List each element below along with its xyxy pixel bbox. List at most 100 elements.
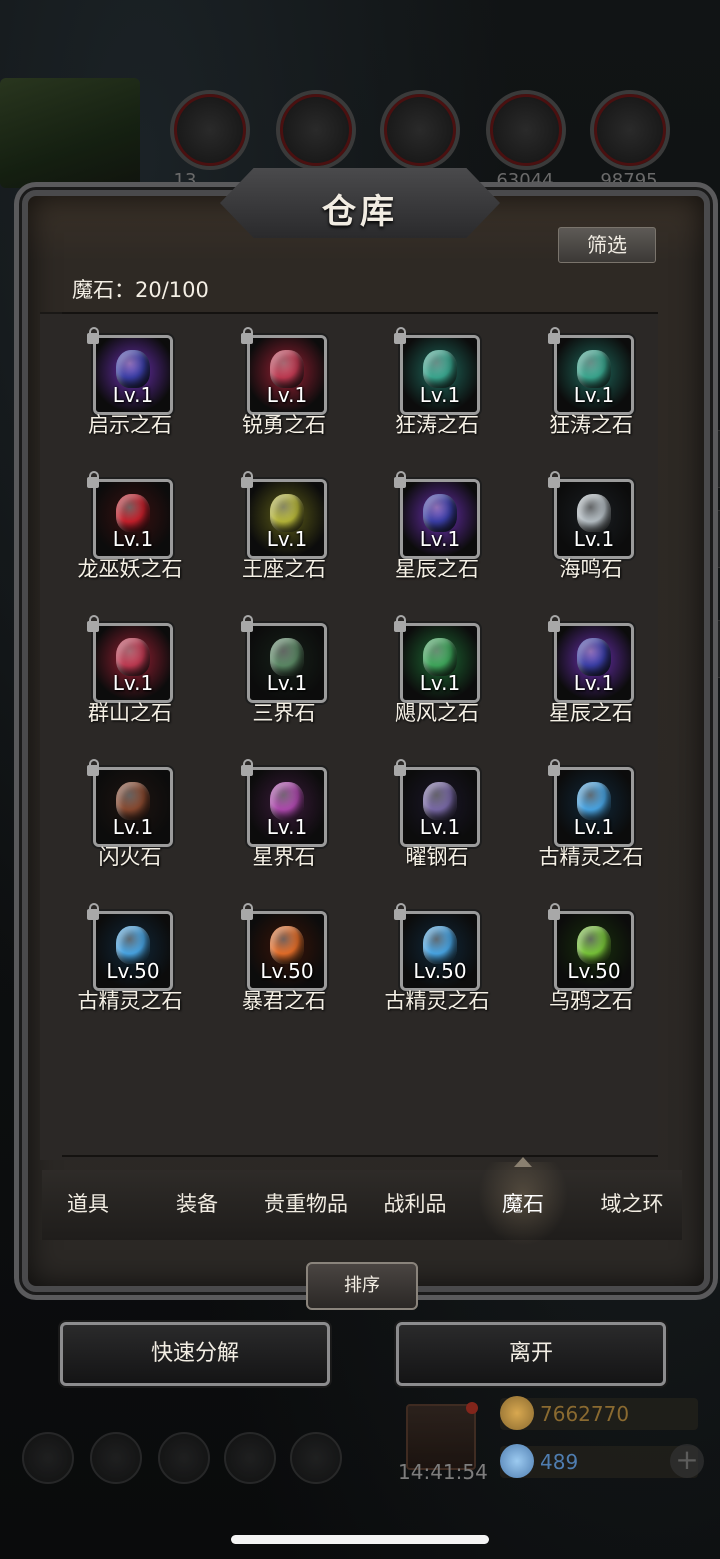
item-level: Lv.50 xyxy=(106,959,160,983)
lock-icon xyxy=(394,471,406,488)
item-name: 群山之石 xyxy=(88,701,172,725)
plank-resource-icon xyxy=(276,90,356,170)
inventory-item[interactable]: Lv.1 曜钢石 xyxy=(362,759,512,885)
add-currency-button[interactable]: + xyxy=(670,1444,704,1478)
item-level: Lv.1 xyxy=(112,815,154,839)
crystal-resource-icon xyxy=(486,90,566,170)
item-level: Lv.1 xyxy=(573,671,615,695)
item-name: 星界石 xyxy=(252,845,316,869)
inventory-item[interactable]: Lv.1 三界石 xyxy=(209,615,359,741)
gold-amount: 7662770 xyxy=(540,1402,630,1426)
item-level: Lv.1 xyxy=(112,383,154,407)
lock-icon xyxy=(241,471,253,488)
item-level: Lv.1 xyxy=(419,671,461,695)
item-name: 狂涛之石 xyxy=(395,413,479,437)
map-icon[interactable] xyxy=(158,1432,210,1484)
lock-icon xyxy=(87,615,99,632)
item-level: Lv.1 xyxy=(112,527,154,551)
active-tab-indicator xyxy=(514,1157,532,1167)
home-indicator[interactable] xyxy=(231,1535,489,1544)
tab-domain-rings[interactable]: 域之环 xyxy=(578,1188,686,1218)
base-building-thumbnail xyxy=(0,78,140,188)
item-name: 星辰之石 xyxy=(395,557,479,581)
filter-button[interactable]: 筛选 xyxy=(558,227,656,263)
item-level: Lv.1 xyxy=(419,383,461,407)
item-name: 王座之石 xyxy=(242,557,326,581)
item-name: 古精灵之石 xyxy=(384,989,490,1013)
gem-icon xyxy=(500,1444,534,1478)
quick-decompose-button[interactable]: 快速分解 xyxy=(60,1322,330,1386)
tab-loot[interactable]: 战利品 xyxy=(361,1188,469,1218)
item-name: 曜钢石 xyxy=(405,845,469,869)
inventory-item[interactable]: Lv.50 古精灵之石 xyxy=(55,903,205,1029)
lock-icon xyxy=(548,327,560,344)
magic-stone-count: 魔石：20/100 xyxy=(72,278,209,302)
tab-items[interactable]: 道具 xyxy=(34,1188,142,1218)
resource-value: 63044 xyxy=(496,170,554,191)
inventory-item[interactable]: Lv.1 群山之石 xyxy=(55,615,205,741)
gem-amount: 489 xyxy=(540,1450,579,1474)
lock-icon xyxy=(241,327,253,344)
item-name: 龙巫妖之石 xyxy=(77,557,183,581)
lock-icon xyxy=(548,903,560,920)
item-level: Lv.1 xyxy=(266,671,308,695)
notification-dot xyxy=(466,1402,478,1414)
inventory-item[interactable]: Lv.1 锐勇之石 xyxy=(209,327,359,453)
leave-button[interactable]: 离开 xyxy=(396,1322,666,1386)
inventory-item[interactable]: Lv.1 飓风之石 xyxy=(362,615,512,741)
gold-coin-icon xyxy=(500,1396,534,1430)
item-name: 启示之石 xyxy=(88,413,172,437)
gift-timer: 14:41:54 xyxy=(398,1460,488,1484)
item-level: Lv.50 xyxy=(260,959,314,983)
inventory-item[interactable]: Lv.1 王座之石 xyxy=(209,471,359,597)
item-level: Lv.1 xyxy=(419,527,461,551)
inventory-item[interactable]: Lv.50 暴君之石 xyxy=(209,903,359,1029)
divider xyxy=(62,312,658,314)
achievement-icon[interactable] xyxy=(90,1432,142,1484)
item-level: Lv.1 xyxy=(419,815,461,839)
sort-button[interactable]: 排序 xyxy=(306,1262,418,1310)
item-level: Lv.1 xyxy=(573,383,615,407)
inventory-item[interactable]: Lv.1 狂涛之石 xyxy=(362,327,512,453)
item-name: 狂涛之石 xyxy=(549,413,633,437)
inventory-item[interactable]: Lv.50 乌鸦之石 xyxy=(516,903,666,1029)
inventory-item[interactable]: Lv.1 星界石 xyxy=(209,759,359,885)
tab-valuables[interactable]: 贵重物品 xyxy=(252,1188,360,1218)
inventory-item[interactable]: Lv.1 海鸣石 xyxy=(516,471,666,597)
item-name: 锐勇之石 xyxy=(242,413,326,437)
resource-value: 98795 xyxy=(600,170,658,191)
lock-icon xyxy=(87,327,99,344)
steel-resource-icon xyxy=(590,90,670,170)
wood-resource-icon xyxy=(170,90,250,170)
lock-icon xyxy=(394,903,406,920)
panel-title: 仓库 xyxy=(322,192,398,232)
inventory-item[interactable]: Lv.50 古精灵之石 xyxy=(362,903,512,1029)
inventory-item[interactable]: Lv.1 龙巫妖之石 xyxy=(55,471,205,597)
iron-resource-icon xyxy=(380,90,460,170)
inventory-item[interactable]: Lv.1 星辰之石 xyxy=(516,615,666,741)
mail-icon[interactable] xyxy=(224,1432,276,1484)
item-level: Lv.1 xyxy=(266,527,308,551)
item-name: 三界石 xyxy=(252,701,316,725)
inventory-item[interactable]: Lv.1 古精灵之石 xyxy=(516,759,666,885)
tab-equipment[interactable]: 装备 xyxy=(143,1188,251,1218)
inventory-item[interactable]: Lv.1 狂涛之石 xyxy=(516,327,666,453)
lock-icon xyxy=(394,327,406,344)
item-name: 乌鸦之石 xyxy=(549,989,633,1013)
item-name: 暴君之石 xyxy=(242,989,326,1013)
item-level: Lv.1 xyxy=(266,815,308,839)
inventory-item[interactable]: Lv.1 闪火石 xyxy=(55,759,205,885)
item-name: 飓风之石 xyxy=(395,701,479,725)
item-level: Lv.1 xyxy=(573,815,615,839)
inventory-item[interactable]: Lv.1 启示之石 xyxy=(55,327,205,453)
settings-icon[interactable] xyxy=(22,1432,74,1484)
lock-icon xyxy=(87,903,99,920)
lock-icon xyxy=(241,615,253,632)
lock-icon xyxy=(548,615,560,632)
lock-icon xyxy=(241,903,253,920)
inventory-item[interactable]: Lv.1 星辰之石 xyxy=(362,471,512,597)
tab-magic-stones[interactable]: 魔石 xyxy=(469,1188,577,1218)
item-level: Lv.1 xyxy=(266,383,308,407)
item-level: Lv.1 xyxy=(573,527,615,551)
handshake-icon[interactable] xyxy=(290,1432,342,1484)
